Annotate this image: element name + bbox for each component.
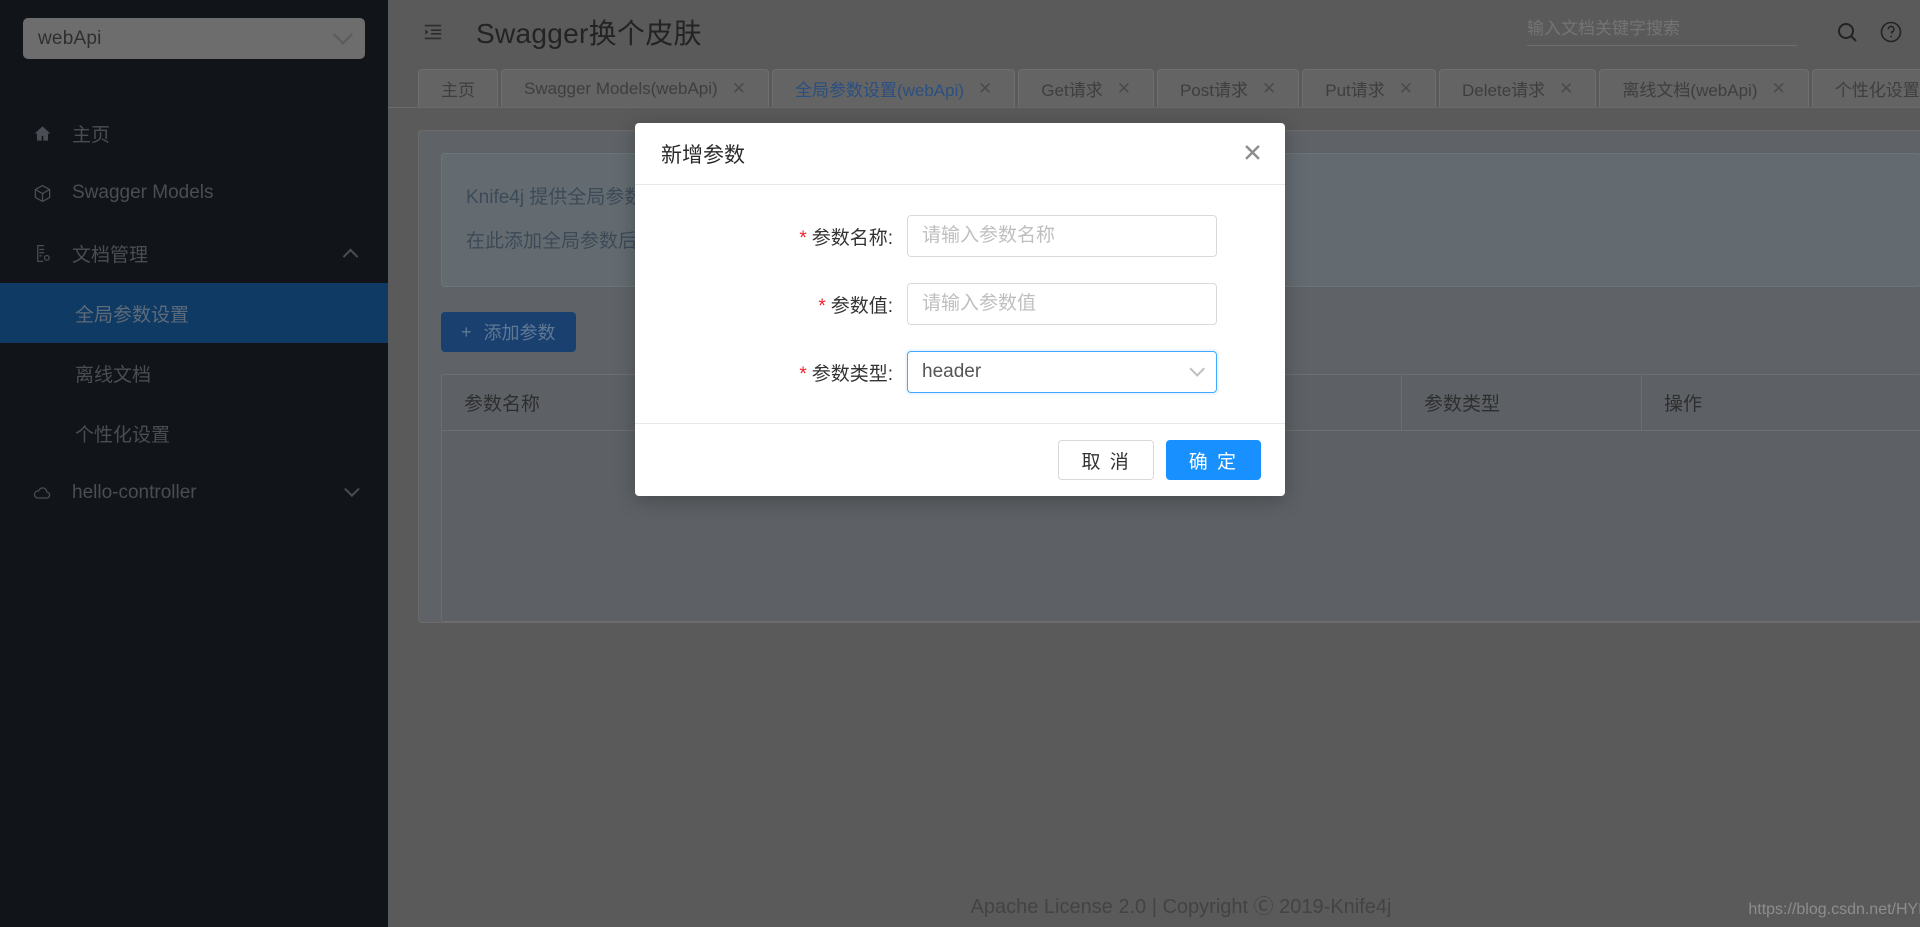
add-parameter-modal: 新增参数 ✕ *参数名称: *参数值: (635, 123, 1285, 496)
param-name-input[interactable] (907, 215, 1217, 257)
param-type-field: header (907, 351, 1217, 393)
param-name-field (907, 215, 1217, 257)
param-value-field (907, 283, 1217, 325)
modal-body: *参数名称: *参数值: *参数类型: (635, 185, 1285, 423)
param-type-select[interactable]: header (907, 351, 1217, 393)
form-row-param-type: * 参数类型: header (635, 351, 1285, 393)
form-row-param-value: * 参数值: (635, 283, 1285, 325)
close-icon[interactable]: ✕ (1242, 141, 1263, 166)
cancel-button[interactable]: 取 消 (1058, 440, 1154, 480)
form-row-param-name: * 参数名称: (635, 215, 1285, 257)
param-type-value: header (922, 361, 982, 382)
label-text: 参数名称: (811, 227, 893, 249)
param-type-label: * 参数类型: (635, 359, 907, 386)
param-value-input[interactable] (907, 283, 1217, 325)
param-value-label: * 参数值: (635, 291, 907, 318)
required-asterisk: * (818, 295, 826, 317)
chevron-down-icon (1189, 360, 1205, 377)
label-text: 参数值: (830, 295, 893, 317)
modal-title: 新增参数 (661, 143, 745, 167)
required-asterisk: * (799, 363, 807, 385)
modal-header: 新增参数 ✕ (635, 123, 1285, 185)
app-root: webApi 主页 Swagger Models 文档管理 全局参数设置 离线文… (0, 0, 1920, 927)
label-text: 参数类型: (811, 363, 893, 385)
confirm-button[interactable]: 确 定 (1165, 440, 1261, 480)
required-asterisk: * (799, 227, 807, 249)
modal-footer: 取 消 确 定 (635, 423, 1285, 496)
param-name-label: * 参数名称: (635, 223, 907, 250)
